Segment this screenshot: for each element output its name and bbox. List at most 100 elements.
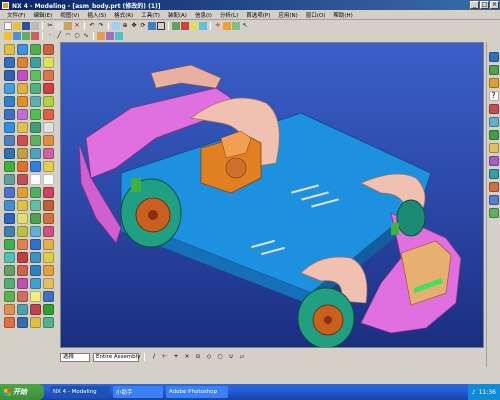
redo-icon[interactable]: ↷ — [97, 22, 105, 30]
mass-properties-icon[interactable] — [30, 226, 41, 237]
sketch-icon[interactable] — [4, 32, 12, 40]
import-icon[interactable] — [43, 304, 54, 315]
extrude-feature-icon[interactable] — [30, 70, 41, 81]
assembly-scope-select[interactable]: Entire Assembly — [93, 352, 140, 362]
knowledge-fusion-icon[interactable] — [488, 208, 499, 218]
object-info-icon[interactable] — [17, 265, 28, 276]
join-curve-icon[interactable] — [17, 174, 28, 185]
offset-face-icon[interactable] — [43, 96, 54, 107]
point-info-icon[interactable] — [30, 265, 41, 276]
paste-icon[interactable] — [64, 22, 72, 30]
render-icon[interactable] — [4, 304, 15, 315]
open-folder-icon[interactable] — [13, 22, 21, 30]
graphics-viewport[interactable] — [60, 42, 484, 348]
checker-icon[interactable] — [30, 252, 41, 263]
ellipse-icon[interactable] — [30, 187, 41, 198]
subtract-icon[interactable] — [17, 83, 28, 94]
color-icon[interactable] — [181, 22, 189, 30]
add-component-icon[interactable] — [97, 32, 105, 40]
grid-icon[interactable] — [30, 278, 41, 289]
block-icon[interactable] — [4, 44, 15, 55]
pan-icon[interactable]: ✥ — [130, 22, 138, 30]
datum-axis-icon[interactable] — [4, 135, 15, 146]
task-helper[interactable]: 小助手 — [113, 386, 163, 398]
pocket-icon[interactable] — [30, 57, 41, 68]
radius-icon[interactable] — [17, 252, 28, 263]
customize-icon[interactable] — [43, 317, 54, 328]
snap-intersection-icon[interactable]: × — [183, 353, 191, 361]
layer-settings-icon[interactable] — [43, 265, 54, 276]
help-icon[interactable]: ? — [488, 91, 499, 101]
measure-icon[interactable] — [223, 22, 231, 30]
suppress-icon[interactable] — [4, 213, 15, 224]
snap-midpoint-icon[interactable]: ⊢ — [161, 353, 169, 361]
material-icon[interactable] — [43, 291, 54, 302]
select-icon[interactable]: ↖ — [241, 22, 249, 30]
project-curve-icon[interactable] — [17, 161, 28, 172]
curve-icon[interactable] — [4, 161, 15, 172]
wrap-icon[interactable] — [43, 148, 54, 159]
cylinder-icon[interactable] — [17, 44, 28, 55]
delete-icon[interactable]: ✕ — [73, 22, 81, 30]
menu-assemblies[interactable]: 装配(A) — [165, 11, 190, 19]
offset-curve-icon[interactable] — [43, 161, 54, 172]
distance-icon[interactable] — [43, 226, 54, 237]
reorder-icon[interactable] — [30, 213, 41, 224]
part-navigator-icon[interactable] — [488, 65, 499, 75]
shell-icon[interactable] — [17, 96, 28, 107]
pattern-icon[interactable] — [4, 122, 15, 133]
cut-icon[interactable]: ✂ — [46, 22, 54, 30]
revolve-icon[interactable] — [22, 32, 30, 40]
journal-icon[interactable] — [30, 317, 41, 328]
line-icon[interactable]: ╱ — [55, 32, 63, 40]
wcs-icon[interactable]: ✛ — [214, 22, 222, 30]
history-icon[interactable] — [488, 104, 499, 114]
sew-icon[interactable] — [43, 109, 54, 120]
move-to-layer-icon[interactable] — [4, 278, 15, 289]
split-body-icon[interactable] — [30, 109, 41, 120]
section-view-icon[interactable] — [4, 226, 15, 237]
circle-icon[interactable]: ○ — [73, 32, 81, 40]
menu-information[interactable]: 信息(I) — [192, 11, 215, 19]
info-icon[interactable] — [4, 265, 15, 276]
menu-help[interactable]: 帮助(H) — [330, 11, 355, 19]
export-icon[interactable] — [4, 317, 15, 328]
task-photoshop[interactable]: Adobe Photoshop — [166, 386, 228, 398]
cone-icon[interactable] — [30, 44, 41, 55]
clearance-icon[interactable] — [17, 226, 28, 237]
close-button[interactable]: × — [490, 1, 499, 9]
trim-body-icon[interactable] — [17, 109, 28, 120]
curvature-icon[interactable] — [17, 239, 28, 250]
deviation-icon[interactable] — [30, 239, 41, 250]
fillet-icon[interactable] — [43, 187, 54, 198]
playback-icon[interactable] — [43, 213, 54, 224]
scale-body-icon[interactable] — [4, 109, 15, 120]
extrude-icon[interactable] — [13, 32, 21, 40]
menu-insert[interactable]: 插入(S) — [84, 11, 109, 19]
undo-icon[interactable]: ↶ — [88, 22, 96, 30]
explode-icon[interactable] — [115, 32, 123, 40]
save-view-icon[interactable] — [4, 291, 15, 302]
pad-icon[interactable] — [43, 57, 54, 68]
new-file-icon[interactable] — [4, 22, 12, 30]
polygon-icon[interactable] — [4, 187, 15, 198]
mate-icon[interactable] — [106, 32, 114, 40]
extract-icon[interactable] — [30, 148, 41, 159]
spline-icon[interactable]: ∿ — [82, 32, 90, 40]
point-icon[interactable]: · — [46, 32, 54, 40]
filter-select[interactable]: 选择 — [60, 352, 90, 362]
snap-face-icon[interactable]: ▱ — [238, 353, 246, 361]
snap-point-on-curve-icon[interactable]: ∪ — [227, 353, 235, 361]
thread-icon[interactable] — [30, 122, 41, 133]
datum-plane-icon[interactable] — [43, 122, 54, 133]
sweep-icon[interactable] — [31, 32, 39, 40]
text-icon[interactable] — [30, 174, 41, 185]
menu-tools[interactable]: 工具(T) — [138, 11, 163, 19]
reuse-library-icon[interactable] — [488, 78, 499, 88]
rotate-icon[interactable]: ⟳ — [139, 22, 147, 30]
angle-icon[interactable] — [4, 239, 15, 250]
start-button[interactable]: 开始 — [0, 384, 44, 400]
menu-analysis[interactable]: 分析(L) — [217, 11, 241, 19]
edit-parameters-icon[interactable] — [43, 200, 54, 211]
zoom-icon[interactable]: ⊕ — [121, 22, 129, 30]
